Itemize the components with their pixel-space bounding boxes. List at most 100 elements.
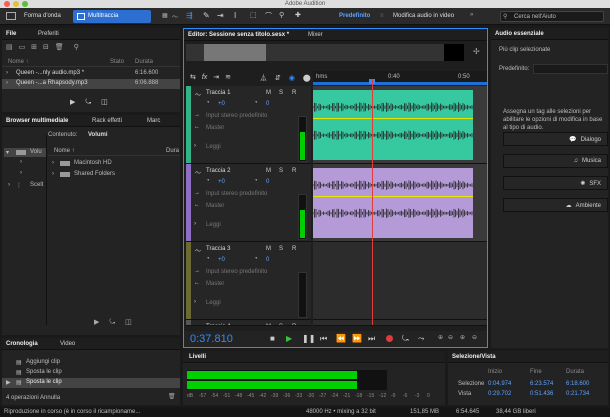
record-arm-button[interactable]: R (292, 246, 296, 252)
snap-icon[interactable]: ◉ (289, 75, 295, 82)
waveform-mode-button[interactable]: Forma d'onda (24, 13, 61, 19)
mute-button[interactable]: M (266, 168, 271, 174)
search-files-icon[interactable]: ⚲ (74, 44, 79, 51)
record-arm-button[interactable]: R (292, 90, 296, 96)
overview-visible-range[interactable] (204, 44, 266, 61)
volume-knob-icon[interactable]: ◔ (206, 100, 210, 106)
scroll-icon[interactable]: ⇵ (275, 75, 281, 82)
pan-knob-icon[interactable]: ◔ (254, 178, 258, 184)
sfx-button[interactable]: ✺ SFX (503, 176, 608, 190)
tab-markers[interactable]: Marc (147, 118, 160, 124)
import-icon[interactable]: ▤ (6, 44, 13, 51)
track-lane[interactable] (313, 86, 487, 164)
tab-mixer[interactable]: Mixer (308, 32, 323, 38)
volume-row[interactable]: › Shared Folders (52, 170, 180, 179)
workspace-menu-icon[interactable]: » (470, 12, 473, 18)
time-display[interactable]: 0:37.810 (190, 333, 233, 345)
solo-button[interactable]: S (279, 324, 283, 325)
track-input[interactable]: Input stereo predefinito (206, 191, 267, 197)
spectral-view-icon[interactable]: ▦ (162, 12, 168, 19)
timeline-ruler[interactable]: hms 0:40 0:50 (313, 71, 487, 85)
play-icon[interactable]: ▶ (70, 99, 75, 106)
automation-expand-icon[interactable]: › (194, 299, 196, 305)
history-item[interactable]: ▤ Aggiungi clip (2, 358, 180, 368)
expand-icon[interactable]: › (6, 80, 8, 86)
column-duration[interactable]: Dura (166, 148, 179, 154)
search-field[interactable]: ⚲ Cerca nell'Aiuto (500, 11, 604, 22)
track-name[interactable]: Traccia 2 (206, 168, 230, 174)
rewind-button[interactable]: ⏪ (336, 334, 346, 343)
file-row[interactable]: › Queen -...a Rhapsody.mp3 6:06.888 (2, 79, 180, 89)
volume-knob-icon[interactable]: ◔ (206, 256, 210, 262)
new-icon[interactable]: ⊞ (31, 44, 37, 51)
levels-title[interactable]: Livelli (189, 354, 206, 360)
lasso-tool-icon[interactable]: ⌒ (265, 11, 272, 21)
essential-audio-title[interactable]: Audio essenziale (495, 31, 544, 37)
tree-item[interactable]: › ⋮ Scelt (4, 181, 46, 190)
track-input[interactable]: Input stereo predefinito (206, 113, 267, 119)
expand-icon[interactable]: › (8, 182, 10, 188)
insert-icon[interactable]: ⊟ (43, 44, 49, 51)
column-duration[interactable]: Durata (135, 59, 153, 65)
spot-healing-tool-icon[interactable]: ✚ (295, 11, 301, 19)
track-pan[interactable]: 0 (266, 179, 269, 185)
tab-favorites[interactable]: Preferiti (38, 31, 59, 37)
view-start[interactable]: 0:29.702 (488, 391, 511, 397)
dialogue-button[interactable]: 💬 Dialogo (503, 132, 608, 146)
solo-button[interactable]: S (279, 90, 283, 96)
volume-knob-icon[interactable]: ◔ (206, 178, 210, 184)
tab-media-browser[interactable]: Browser multimediale (6, 118, 68, 124)
track-automation[interactable]: Leggi (206, 144, 221, 150)
track-automation[interactable]: Leggi (206, 222, 221, 228)
audio-clip[interactable] (313, 168, 473, 238)
file-row[interactable]: › Queen -...nly audio.mp3 * 6:16.600 (2, 69, 180, 79)
metronome-icon[interactable]: ⏅ (260, 75, 267, 82)
automation-expand-icon[interactable]: › (194, 221, 196, 227)
brush-tool-icon[interactable]: ⚲ (279, 11, 284, 19)
expand-icon[interactable]: › (52, 171, 54, 177)
track-automation[interactable]: Leggi (206, 300, 221, 306)
music-button[interactable]: ♫ Musica (503, 154, 608, 168)
ambience-button[interactable]: ☁ Ambiente (503, 198, 608, 212)
clip-volume-line[interactable] (313, 196, 473, 197)
go-to-start-button[interactable]: ⏮ (320, 334, 327, 344)
track-lane[interactable] (313, 164, 487, 242)
pause-button[interactable]: ❚❚ (302, 334, 315, 343)
track-volume[interactable]: +0 (218, 179, 225, 185)
track-output[interactable]: Master (206, 281, 224, 287)
selection-duration[interactable]: 6:18.600 (566, 381, 589, 387)
track-name[interactable]: Traccia 4 (206, 324, 230, 325)
volume-row[interactable]: › Macintosh HD (52, 159, 180, 168)
track-volume[interactable]: +0 (218, 101, 225, 107)
fx-icon[interactable]: fx (202, 74, 207, 81)
delete-icon[interactable]: 🗑 (55, 44, 64, 51)
pin-icon[interactable]: ✢ (473, 47, 480, 56)
fast-forward-button[interactable]: ⏩ (352, 334, 362, 343)
multitrack-mode-button[interactable]: Multitraccia (73, 10, 151, 23)
tool-icon[interactable]: ⇆ (190, 74, 196, 81)
tree-child-expand-icon[interactable]: › (20, 170, 22, 176)
zoom-in-amplitude-icon[interactable]: ⊕ (438, 334, 443, 341)
loop-icon[interactable]: ⤿ (109, 319, 115, 326)
column-name[interactable]: Nome ↑ (54, 148, 75, 154)
overview-bar[interactable] (186, 44, 464, 61)
record-arm-button[interactable]: R (292, 168, 296, 174)
track-name[interactable]: Traccia 3 (206, 246, 230, 252)
preset-select[interactable] (533, 64, 608, 74)
content-select[interactable]: Volumi (88, 132, 108, 138)
expand-icon[interactable]: › (6, 70, 8, 76)
expand-icon[interactable]: › (52, 160, 54, 166)
history-item[interactable]: ▤ Sposta le clip (2, 368, 180, 378)
go-to-end-button[interactable]: ⏭ (368, 334, 375, 344)
slip-tool-icon[interactable]: ⇥ (217, 11, 224, 20)
skip-button[interactable]: ⤳ (418, 334, 424, 344)
play-button[interactable]: ▶ (286, 334, 292, 343)
sends-icon[interactable]: ⇥ (213, 74, 219, 81)
frequency-view-icon[interactable]: 〜 (172, 12, 178, 21)
mute-button[interactable]: M (266, 246, 271, 252)
zoom-out-amplitude-icon[interactable]: ⊖ (448, 334, 453, 341)
mute-button[interactable]: M (266, 324, 271, 325)
record-arm-icon[interactable]: ⬤ (303, 75, 311, 82)
autoplay-icon[interactable]: ◫ (125, 319, 132, 326)
track-input[interactable]: Input stereo predefinito (206, 269, 267, 275)
